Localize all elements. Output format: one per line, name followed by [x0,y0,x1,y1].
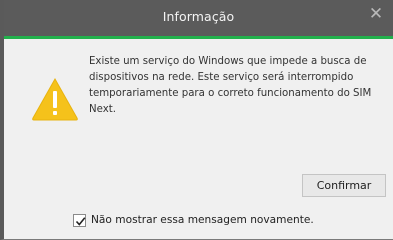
close-icon[interactable]: ✕ [368,6,384,23]
warning-triangle-icon [30,76,80,122]
information-dialog: Informação ✕ Existe um serviço do Window… [0,0,393,240]
confirm-button[interactable]: Confirmar [302,174,386,197]
checkmark-icon [75,216,86,226]
dont-show-again-row[interactable]: Não mostrar essa mensagem novamente. [73,212,314,228]
dont-show-again-checkbox[interactable] [73,213,86,227]
dialog-titlebar[interactable]: Informação ✕ [4,0,393,36]
dialog-body: Existe um serviço do Windows que impede … [4,39,393,239]
dont-show-again-label: Não mostrar essa mensagem novamente. [91,214,314,226]
dialog-message: Existe um serviço do Windows que impede … [89,56,372,115]
dialog-title: Informação [162,9,235,24]
